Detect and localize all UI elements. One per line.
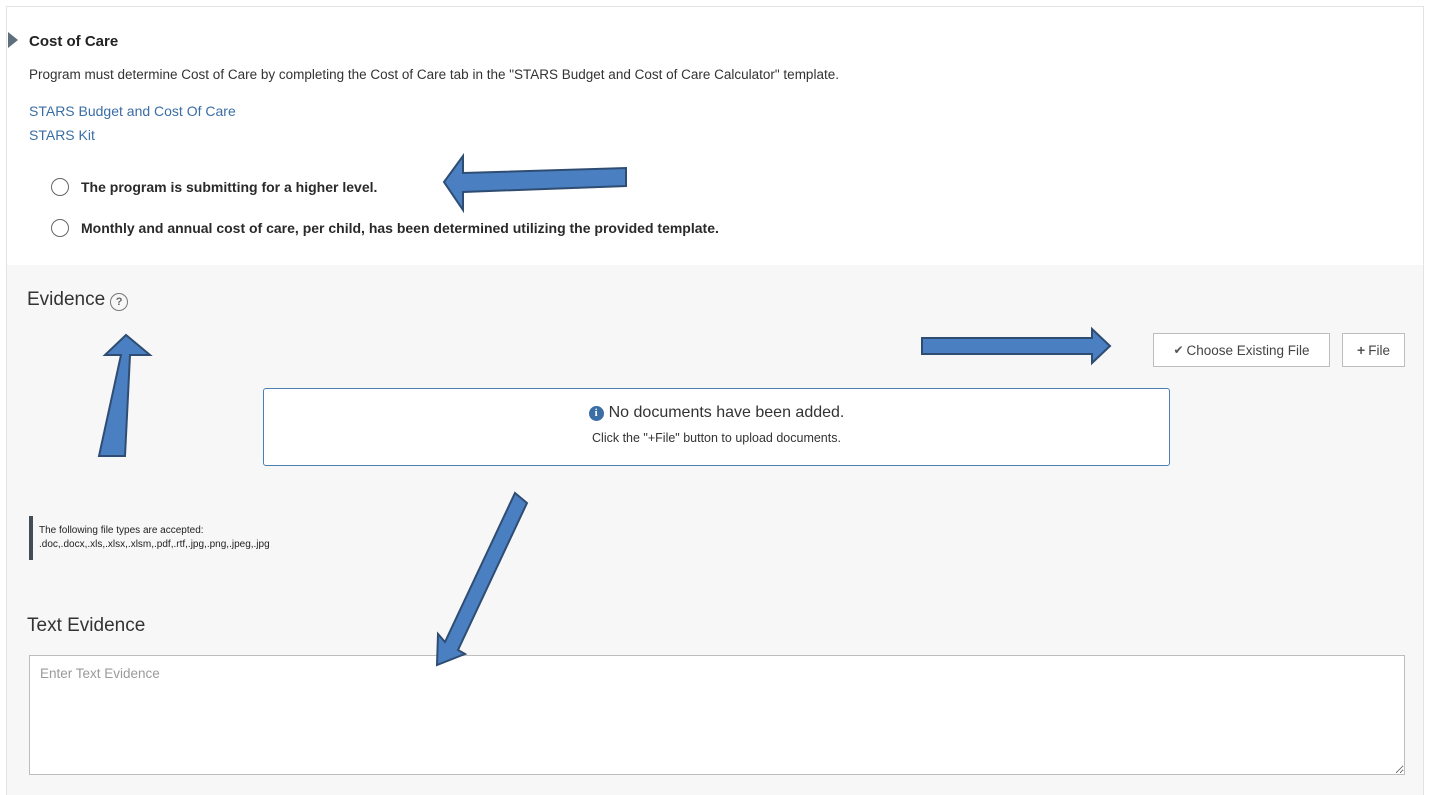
- option-cost-determined[interactable]: Monthly and annual cost of care, per chi…: [51, 219, 719, 237]
- criteria-header-section: Cost of Care Program must determine Cost…: [7, 7, 1423, 265]
- option-higher-level[interactable]: The program is submitting for a higher l…: [51, 178, 377, 196]
- info-circle-icon: i: [588, 405, 604, 421]
- text-evidence-heading: Text Evidence: [27, 615, 146, 636]
- accepted-file-types-note: The following file types are accepted: .…: [29, 516, 270, 560]
- no-documents-alert: i No documents have been added. Click th…: [263, 388, 1170, 466]
- radio-button[interactable]: [51, 219, 69, 237]
- no-documents-subtitle: Click the "+File" button to upload docum…: [592, 431, 841, 445]
- accepted-file-types-list: .doc,.docx,.xls,.xlsx,.xlsm,.pdf,.rtf,.j…: [39, 539, 270, 550]
- section-description: Program must determine Cost of Care by c…: [29, 67, 839, 82]
- option-label: Monthly and annual cost of care, per chi…: [81, 220, 719, 236]
- stars-kit-link[interactable]: STARS Kit: [29, 127, 95, 143]
- evidence-heading-text: Evidence: [27, 289, 106, 310]
- choose-existing-file-label: Choose Existing File: [1186, 342, 1310, 358]
- choose-existing-file-button[interactable]: ✔ Choose Existing File: [1153, 333, 1330, 367]
- question-circle-icon[interactable]: ?: [110, 293, 129, 311]
- accepted-file-types-heading: The following file types are accepted:: [39, 525, 204, 536]
- option-label: The program is submitting for a higher l…: [81, 179, 378, 195]
- cost-of-care-panel: Cost of Care Program must determine Cost…: [6, 6, 1424, 795]
- caret-right-icon[interactable]: [8, 32, 18, 48]
- text-evidence-input[interactable]: [29, 655, 1405, 775]
- radio-button[interactable]: [51, 178, 69, 196]
- section-title: Cost of Care: [29, 33, 119, 50]
- add-file-label: File: [1368, 342, 1390, 358]
- no-documents-title-text: No documents have been added.: [608, 404, 845, 421]
- no-documents-title: i No documents have been added.: [264, 404, 1169, 422]
- evidence-section: Evidence ? ✔ Choose Existing File + File…: [7, 265, 1423, 795]
- add-file-button[interactable]: + File: [1342, 333, 1405, 367]
- check-icon: ✔: [1173, 343, 1184, 357]
- evidence-heading: Evidence ?: [27, 289, 129, 311]
- plus-icon: +: [1357, 342, 1366, 358]
- stars-budget-link[interactable]: STARS Budget and Cost Of Care: [29, 103, 236, 119]
